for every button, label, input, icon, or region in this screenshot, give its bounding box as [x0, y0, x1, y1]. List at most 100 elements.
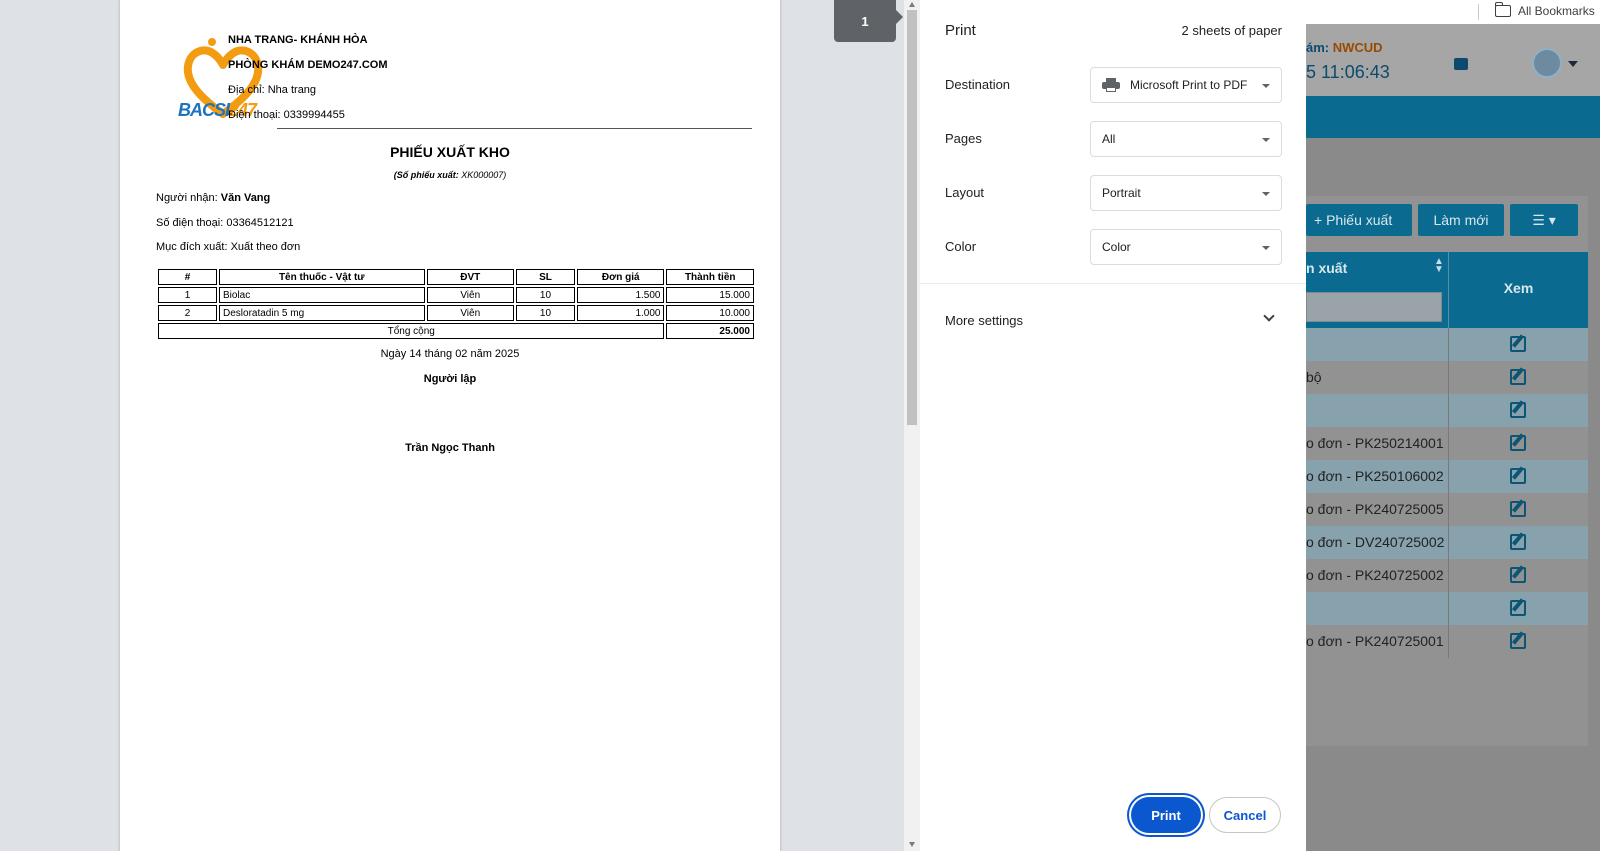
header-divider — [277, 128, 752, 129]
export-purpose: Mục đích xuất: Xuất theo đơn — [156, 241, 301, 253]
document-title: PHIẾU XUẤT KHO — [390, 144, 510, 160]
folder-icon — [1495, 2, 1511, 17]
table-cell: 1.500 — [576, 287, 665, 303]
table-cell: Viên — [426, 287, 514, 303]
clinic-region: NHA TRANG- KHÁNH HÒA — [228, 34, 368, 46]
mail-icon[interactable] — [1454, 58, 1468, 70]
table-row: 2 Desloratadin 5 mg Viên 10 1.000 10.000 — [158, 305, 754, 321]
col-header: n xuất — [1306, 260, 1348, 276]
background-app: All Bookmarks ám: NWCUD 5 11:06:43 + Phi… — [1306, 0, 1600, 851]
list-icon: ☰ ▾ — [1532, 211, 1556, 228]
pages-select[interactable]: All — [1090, 121, 1282, 157]
dialog-title: Print — [945, 22, 976, 39]
scroll-up-arrow-icon[interactable] — [909, 2, 915, 7]
table-cell: 10.000 — [666, 305, 754, 321]
document-date: Ngày 14 tháng 02 năm 2025 — [380, 348, 520, 360]
preview-page: BACSI247 NHA TRANG- KHÁNH HÒA PHÒNG KHÁM… — [120, 0, 780, 851]
table-cell: 2 — [158, 305, 217, 321]
recipient-phone: Số điện thoại: 03364512121 — [156, 217, 294, 229]
edit-icon[interactable] — [1510, 633, 1526, 649]
edit-icon[interactable] — [1510, 369, 1526, 385]
edit-icon[interactable] — [1510, 402, 1526, 418]
table-cell: Biolac — [219, 287, 425, 303]
sort-icon[interactable]: ▲ ▼ — [1434, 257, 1444, 275]
layout-label: Layout — [945, 185, 985, 200]
chevron-down-icon[interactable] — [1263, 310, 1275, 322]
edit-icon[interactable] — [1510, 534, 1526, 550]
table-row: o đơn - PK250106002 — [1306, 460, 1588, 493]
app-nav-bar — [1306, 96, 1600, 138]
table-row: o đơn - PK240725002 — [1306, 559, 1588, 592]
app-header: ám: NWCUD 5 11:06:43 — [1306, 24, 1600, 96]
dropdown-caret-icon — [1262, 246, 1270, 250]
chevron-down-icon[interactable] — [1568, 61, 1578, 67]
color-select[interactable]: Color — [1090, 229, 1282, 265]
avatar[interactable] — [1532, 48, 1562, 78]
table-cell: Viên — [426, 305, 514, 321]
col-header: # — [158, 269, 217, 285]
edit-icon[interactable] — [1510, 567, 1526, 583]
col-header: ĐVT — [426, 269, 514, 285]
receipt-number: (Số phiếu xuất: XK000007) — [393, 170, 507, 180]
table-cell: 15.000 — [666, 287, 754, 303]
edit-icon[interactable] — [1510, 435, 1526, 451]
column-filter-input[interactable] — [1306, 292, 1442, 322]
table-cell: 1 — [158, 287, 217, 303]
dropdown-caret-icon — [1262, 84, 1270, 88]
dropdown-caret-icon — [1262, 138, 1270, 142]
table-row: o đơn - PK240725001 — [1306, 625, 1588, 658]
table-row — [1306, 328, 1588, 361]
table-row: o đơn - PK240725005 — [1306, 493, 1588, 526]
bookmarks-bar: All Bookmarks — [1306, 0, 1600, 24]
print-dialog: Print 2 sheets of paper Destination Micr… — [920, 0, 1306, 851]
sheet-count: 2 sheets of paper — [1181, 23, 1282, 38]
layout-select[interactable]: Portrait — [1090, 175, 1282, 211]
table-row — [1306, 394, 1588, 427]
page-number-badge: 1 — [834, 0, 903, 42]
table-row: 1 Biolac Viên 10 1.500 15.000 — [158, 287, 754, 303]
pages-value: All — [1102, 132, 1116, 146]
layout-value: Portrait — [1102, 186, 1141, 200]
all-bookmarks-link[interactable]: All Bookmarks — [1518, 4, 1595, 18]
clinic-address: Địa chỉ: Nha trang — [228, 84, 317, 96]
total-value: 25.000 — [666, 323, 754, 339]
cancel-button[interactable]: Cancel — [1209, 797, 1281, 833]
pages-label: Pages — [945, 131, 982, 146]
table-row: o đơn - DV240725002 — [1306, 526, 1588, 559]
edit-icon[interactable] — [1510, 468, 1526, 484]
header-label: ám: NWCUD — [1306, 40, 1383, 55]
printer-icon — [1102, 78, 1120, 92]
table-row: bộ — [1306, 361, 1588, 394]
preview-scrollbar[interactable] — [904, 0, 920, 851]
clinic-phone: Điện thoại: 0339994455 — [228, 109, 345, 121]
scrollbar-thumb[interactable] — [907, 10, 917, 425]
table-cell: 10 — [515, 287, 575, 303]
recipient-line: Người nhận: Văn Vang — [156, 192, 271, 204]
refresh-button[interactable]: Làm mới — [1418, 204, 1504, 236]
table-header-row: n xuất ▲ ▼ Xem — [1306, 252, 1588, 328]
col-header: Xem — [1503, 280, 1534, 296]
add-export-button[interactable]: + Phiếu xuất — [1306, 204, 1412, 236]
print-button[interactable]: Print — [1131, 797, 1201, 833]
table-total-row: Tổng cộng 25.000 — [158, 323, 754, 339]
edit-icon[interactable] — [1510, 501, 1526, 517]
signer-name: Trần Ngọc Thanh — [405, 442, 495, 454]
more-settings-toggle[interactable]: More settings — [945, 313, 1023, 328]
header-time: 5 11:06:43 — [1306, 62, 1390, 82]
edit-icon[interactable] — [1510, 336, 1526, 352]
table-row — [1306, 592, 1588, 625]
scroll-down-arrow-icon[interactable] — [909, 842, 915, 847]
table-row: o đơn - PK250214001 — [1306, 427, 1588, 460]
destination-select[interactable]: Microsoft Print to PDF — [1090, 67, 1282, 103]
total-label: Tổng cộng — [158, 323, 665, 339]
table-cell: 10 — [515, 305, 575, 321]
edit-icon[interactable] — [1510, 600, 1526, 616]
table-cell: Desloratadin 5 mg — [219, 305, 425, 321]
col-header: Thành tiền — [666, 269, 754, 285]
clinic-name: PHÒNG KHÁM DEMO247.COM — [228, 59, 388, 71]
signer-role: Người lập — [423, 373, 477, 385]
column-menu-button[interactable]: ☰ ▾ — [1510, 204, 1578, 236]
dropdown-caret-icon — [1262, 192, 1270, 196]
col-header: Tên thuốc - Vật tư — [219, 269, 425, 285]
color-label: Color — [945, 239, 977, 254]
